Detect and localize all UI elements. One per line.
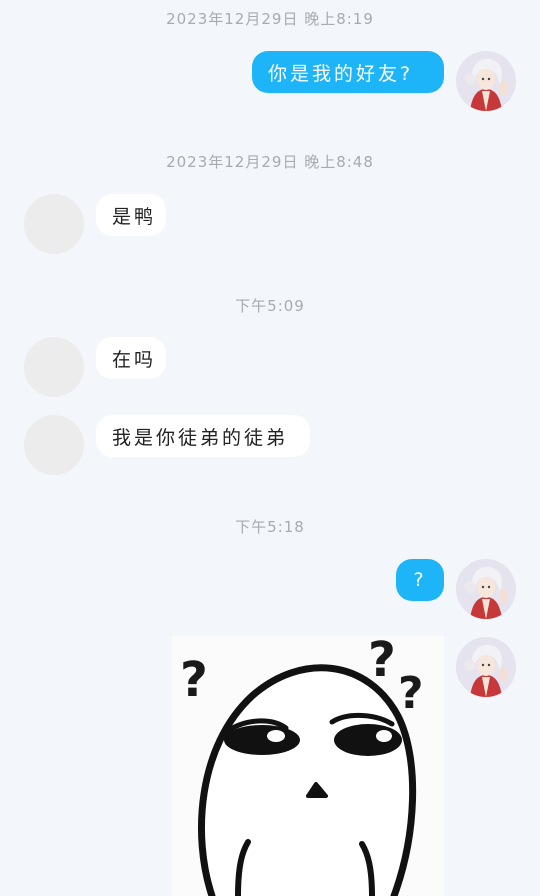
contact-avatar[interactable]	[24, 337, 84, 397]
user-avatar[interactable]	[456, 637, 516, 697]
timestamp: 下午5:09	[235, 297, 305, 315]
user-avatar[interactable]	[456, 51, 516, 111]
user-avatar-icon	[456, 51, 516, 111]
timestamp: 下午5:18	[235, 518, 305, 536]
contact-avatar[interactable]	[24, 415, 84, 475]
timestamp: 2023年12月29日 晚上8:48	[166, 153, 374, 171]
message-bubble-sent[interactable]: ?	[396, 559, 444, 601]
user-avatar[interactable]	[456, 559, 516, 619]
timestamp: 2023年12月29日 晚上8:19	[166, 10, 374, 28]
confused-face-sticker-icon: ? ? ?	[172, 636, 444, 896]
message-bubble-received[interactable]: 我是你徒弟的徒弟	[96, 415, 310, 457]
user-avatar-icon	[456, 559, 516, 619]
user-avatar-icon	[456, 637, 516, 697]
sticker-image[interactable]: ? ? ?	[172, 636, 444, 896]
message-bubble-received[interactable]: 是鸭	[96, 194, 166, 236]
message-bubble-received[interactable]: 在吗	[96, 337, 166, 379]
message-bubble-sent[interactable]: 你是我的好友?	[252, 51, 444, 93]
contact-avatar[interactable]	[24, 194, 84, 254]
svg-text:?: ?	[368, 636, 396, 688]
svg-text:?: ?	[398, 668, 424, 719]
svg-text:?: ?	[180, 652, 208, 708]
